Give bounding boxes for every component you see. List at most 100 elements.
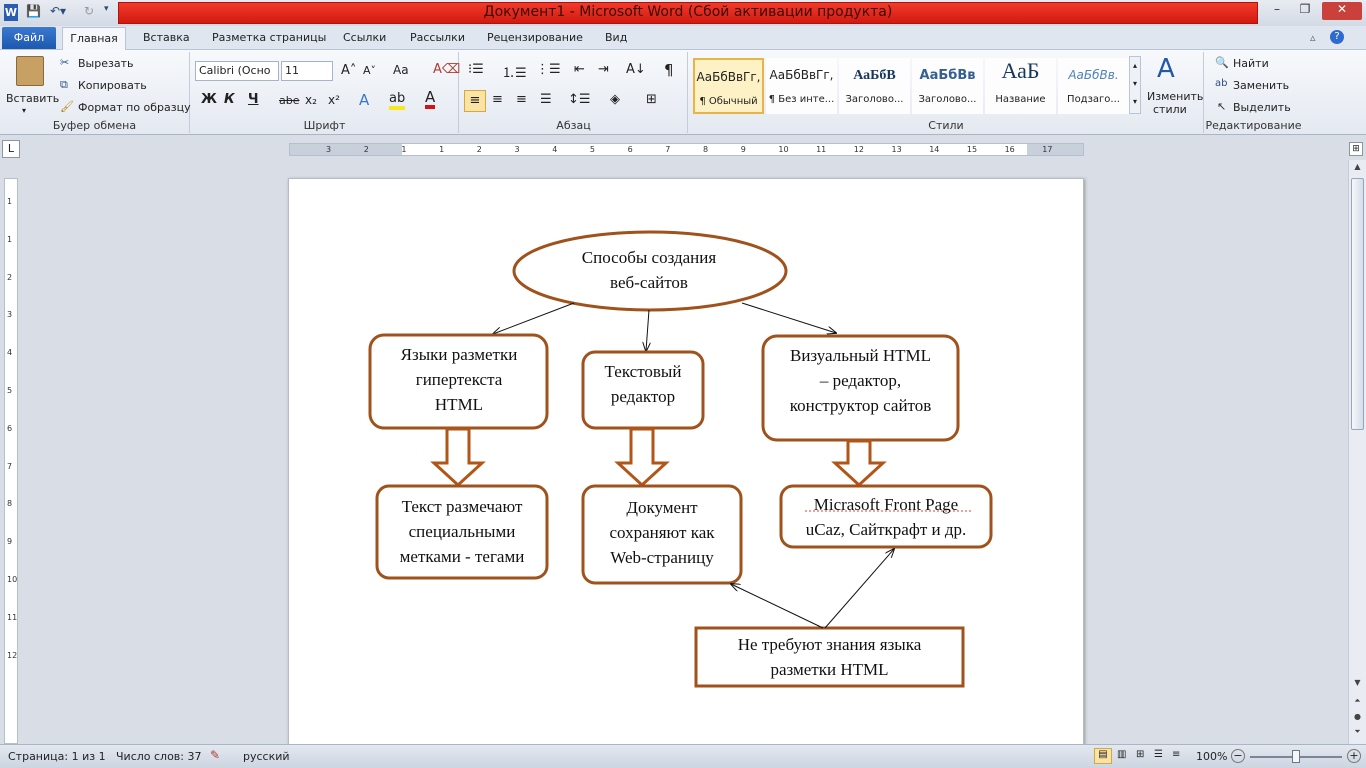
page-count[interactable]: Страница: 1 из 1 xyxy=(8,750,106,763)
font-size-select[interactable]: 11 xyxy=(281,61,333,81)
close-button[interactable]: ✕ xyxy=(1322,2,1362,20)
minimize-ribbon-icon[interactable]: ▵ xyxy=(1310,30,1316,48)
replace-button[interactable]: Заменить xyxy=(1233,79,1289,92)
ruler-tick-label: 4 xyxy=(7,348,13,358)
redo-icon[interactable]: ↻ xyxy=(84,4,94,21)
tab-page-layout[interactable]: Разметка страницы xyxy=(212,30,326,48)
binoculars-icon: 🔍 xyxy=(1215,56,1229,69)
cut-button[interactable]: Вырезать xyxy=(78,57,133,70)
tab-view[interactable]: Вид xyxy=(605,30,627,48)
font-group: Calibri (Осно 11 A˄ A˅ Aa A⌫ Ж К Ч abe x… xyxy=(191,52,460,133)
vertical-scrollbar[interactable]: ▲ ▼ ⏶ ● ⏷ xyxy=(1348,160,1366,744)
style-title[interactable]: АаБ Название xyxy=(985,58,1056,114)
full-screen-reading-icon[interactable]: ▥ xyxy=(1117,749,1126,760)
tab-home[interactable]: Главная xyxy=(62,27,126,51)
horizontal-ruler[interactable]: 3 2 1 1 2 3 4 5 6 7 8 9 10 11 12 13 14 15 16 17 xyxy=(289,143,1084,156)
zoom-slider-thumb[interactable] xyxy=(1292,750,1300,763)
italic-button[interactable]: К xyxy=(224,92,235,107)
shrink-font-icon[interactable]: A˅ xyxy=(363,64,376,77)
language[interactable]: русский xyxy=(243,750,290,763)
font-color-icon[interactable]: A xyxy=(425,90,436,109)
zoom-level[interactable]: 100% xyxy=(1196,750,1227,763)
strikethrough-button[interactable]: abe xyxy=(279,94,300,107)
document-page[interactable]: Способы создания веб-сайтов Языки размет… xyxy=(288,178,1084,748)
browse-object-icon[interactable]: ● xyxy=(1351,712,1364,726)
copy-button[interactable]: Копировать xyxy=(78,79,147,92)
ruler-tick-label: 3 xyxy=(326,145,332,154)
text-line: специальными xyxy=(408,522,516,541)
proofing-icon[interactable]: ✎ xyxy=(210,748,220,762)
text-line: Способы создания xyxy=(581,248,717,267)
customize-qat-icon[interactable]: ▾ xyxy=(104,4,109,21)
sort-icon[interactable]: A↓ xyxy=(626,62,646,77)
help-icon[interactable]: ? xyxy=(1330,30,1344,44)
subscript-button[interactable]: x₂ xyxy=(305,93,317,107)
text-effects-icon[interactable]: A xyxy=(359,91,369,109)
word-logo-icon[interactable]: W xyxy=(4,4,18,21)
tab-selector-icon[interactable]: L xyxy=(2,140,20,158)
underline-button[interactable]: Ч xyxy=(248,92,259,107)
style-subtitle[interactable]: АаБбВв. Подзаго... xyxy=(1058,58,1129,114)
bold-button[interactable]: Ж xyxy=(201,92,217,107)
outline-icon[interactable]: ☰ xyxy=(1154,749,1163,760)
tab-references[interactable]: Ссылки xyxy=(343,30,386,48)
scroll-down-icon[interactable]: ▼ xyxy=(1351,678,1364,692)
style-name: Название xyxy=(995,94,1046,105)
justify-icon[interactable]: ☰ xyxy=(540,92,552,107)
format-painter-button[interactable]: Формат по образцу xyxy=(78,101,191,114)
change-styles-label-1[interactable]: Изменить xyxy=(1147,90,1203,103)
draft-icon[interactable]: ≡ xyxy=(1172,749,1180,760)
next-page-icon[interactable]: ⏷ xyxy=(1351,727,1364,741)
styles-scroll-icon[interactable]: ▴ ▾ ▾ xyxy=(1129,56,1141,114)
shading-icon[interactable]: ◈ xyxy=(610,92,620,107)
paste-dropdown-icon[interactable]: ▾ xyxy=(22,106,26,115)
grow-font-icon[interactable]: A˄ xyxy=(341,63,356,78)
ruler-tick-label: 13 xyxy=(891,145,902,154)
style-no-spacing[interactable]: АаБбВвГг, ¶ Без инте... xyxy=(766,58,837,114)
tab-review[interactable]: Рецензирование xyxy=(487,30,583,48)
tab-insert[interactable]: Вставка xyxy=(143,30,190,48)
style-normal[interactable]: АаБбВвГг, ¶ Обычный xyxy=(693,58,764,114)
minimize-button[interactable]: – xyxy=(1264,2,1290,20)
align-right-icon[interactable]: ≡ xyxy=(516,92,527,107)
increase-indent-icon[interactable]: ⇥ xyxy=(598,62,609,77)
bullets-icon[interactable]: ⁝☰ xyxy=(468,62,484,77)
decrease-indent-icon[interactable]: ⇤ xyxy=(574,62,585,77)
tab-mailings[interactable]: Рассылки xyxy=(410,30,465,48)
find-button[interactable]: Найти xyxy=(1233,57,1269,70)
style-heading2[interactable]: АаБбВв Заголово... xyxy=(912,58,983,114)
align-center-icon[interactable]: ≡ xyxy=(492,92,503,107)
clear-formatting-icon[interactable]: A⌫ xyxy=(433,62,460,77)
tab-file[interactable]: Файл xyxy=(2,27,56,49)
word-count[interactable]: Число слов: 37 xyxy=(116,750,202,763)
view-ruler-icon[interactable]: ⊞ xyxy=(1349,142,1363,156)
undo-icon[interactable]: ↶▾ xyxy=(50,4,66,21)
superscript-button[interactable]: x² xyxy=(328,93,340,107)
web-layout-icon[interactable]: ⊞ xyxy=(1136,749,1144,760)
select-button[interactable]: Выделить xyxy=(1233,101,1291,114)
change-styles-icon[interactable]: A xyxy=(1157,54,1175,84)
maximize-button[interactable]: ❐ xyxy=(1292,2,1318,20)
paste-button[interactable]: Вставить xyxy=(6,92,59,105)
previous-page-icon[interactable]: ⏶ xyxy=(1351,696,1364,710)
line-spacing-icon[interactable]: ↕☰ xyxy=(568,92,591,107)
zoom-out-icon[interactable]: − xyxy=(1231,749,1245,763)
scroll-thumb[interactable] xyxy=(1351,178,1364,430)
scroll-up-icon[interactable]: ▲ xyxy=(1351,162,1364,176)
print-layout-icon[interactable]: ▤ xyxy=(1094,748,1112,764)
save-icon[interactable]: 💾 xyxy=(26,4,41,21)
style-sample: АаБбВвГг, xyxy=(769,68,834,82)
highlight-icon[interactable]: ab xyxy=(389,91,406,110)
numbering-icon[interactable]: ⒈☰ xyxy=(502,62,527,81)
paste-icon[interactable] xyxy=(16,56,44,86)
change-case-button[interactable]: Aa xyxy=(393,63,409,77)
change-styles-label-2[interactable]: стили xyxy=(1153,103,1187,116)
vertical-ruler[interactable]: 1 1 2 3 4 5 6 7 8 9 10 11 12 xyxy=(4,178,18,744)
borders-icon[interactable]: ⊞ xyxy=(646,92,657,107)
style-heading1[interactable]: АаБбВ Заголово... xyxy=(839,58,910,114)
show-marks-button[interactable]: ¶ xyxy=(664,61,674,79)
font-family-select[interactable]: Calibri (Осно xyxy=(195,61,279,81)
multilevel-list-icon[interactable]: ⋮☰ xyxy=(536,62,561,77)
zoom-in-icon[interactable]: + xyxy=(1347,749,1361,763)
align-left-icon[interactable]: ≡ xyxy=(464,90,486,112)
